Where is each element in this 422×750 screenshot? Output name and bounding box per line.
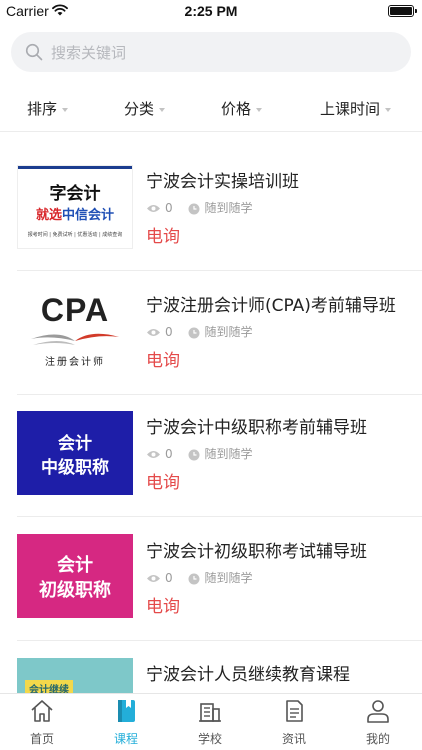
course-list: 字会计 就选中信会计 报考时间 | 免费试听 | 优惠活动 | 成绩查询 宁波会… [0, 147, 422, 693]
tab-courses[interactable]: 课程 [84, 694, 168, 750]
thumb-text: CPA [40, 292, 110, 328]
caret-down-icon [62, 107, 69, 112]
thumb-text: 就选中信会计 [35, 208, 115, 223]
search-input[interactable]: 搜索关键词 [11, 32, 411, 72]
thumb-text: 中级职称 [41, 458, 109, 478]
course-item[interactable]: 字会计 就选中信会计 报考时间 | 免费试听 | 优惠活动 | 成绩查询 宁波会… [0, 147, 422, 271]
document-icon [286, 700, 303, 722]
filter-bar: 排序 分类 价格 上课时间 [0, 84, 422, 132]
tab-label: 首页 [29, 732, 54, 746]
course-price: 电询 [146, 351, 180, 371]
tab-label: 资讯 [281, 732, 306, 746]
tab-label: 我的 [365, 732, 390, 746]
course-thumbnail: 会计继续 [17, 658, 133, 693]
filter-label: 分类 [124, 100, 155, 118]
thumb-text: 注册会计师 [45, 357, 105, 368]
course-title: 宁波会计人员继续教育课程 [146, 665, 350, 685]
eye-icon [147, 329, 160, 336]
clock-icon [188, 327, 200, 339]
thumb-text: 会计继续 [25, 680, 73, 693]
course-item[interactable]: 会计继续 宁波会计人员继续教育课程 [0, 641, 422, 693]
filter-label: 上课时间 [320, 100, 381, 118]
clock-icon [188, 449, 200, 461]
thumb-text: 初级职称 [39, 580, 111, 601]
book-icon [118, 700, 135, 722]
course-item[interactable]: 会计 中级职称 宁波会计中级职称考前辅导班 0 随到随学 电询 [0, 395, 422, 519]
thumb-text: 会计 [58, 434, 92, 454]
course-meta: 0 随到随学 [146, 199, 252, 216]
tab-mine[interactable]: 我的 [336, 694, 420, 750]
eye-icon [147, 451, 160, 458]
caret-down-icon [159, 107, 166, 112]
course-meta: 0 随到随学 [146, 323, 252, 340]
filter-class-time[interactable]: 上课时间 [320, 98, 392, 119]
tab-school[interactable]: 学校 [168, 694, 252, 750]
battery-icon [388, 5, 417, 17]
swoosh-logo [31, 333, 119, 345]
thumb-text: 会计 [57, 555, 93, 576]
course-thumbnail: 字会计 就选中信会计 报考时间 | 免费试听 | 优惠活动 | 成绩查询 [17, 165, 133, 249]
course-thumbnail: CPA 注册会计师 [17, 289, 133, 373]
caret-down-icon [256, 107, 263, 112]
eye-icon [147, 205, 160, 212]
schedule-text: 随到随学 [204, 325, 253, 339]
view-count: 0 [165, 571, 173, 585]
course-title: 宁波会计中级职称考前辅导班 [146, 418, 367, 438]
course-title: 宁波会计初级职称考试辅导班 [146, 542, 367, 562]
course-meta: 0 随到随学 [146, 445, 252, 462]
home-icon [31, 700, 53, 722]
tab-bar: 首页 课程 学校 资讯 我的 [0, 693, 422, 750]
thumb-text: 报考时间 | 免费试听 | 优惠活动 | 成绩查询 [27, 232, 123, 238]
search-icon [25, 43, 43, 61]
person-icon [367, 700, 389, 723]
tab-label: 学校 [197, 732, 222, 746]
clock-icon [188, 573, 200, 585]
search-placeholder: 搜索关键词 [51, 44, 127, 62]
filter-label: 价格 [221, 100, 252, 118]
course-title: 宁波注册会计师(CPA)考前辅导班 [146, 296, 396, 316]
course-thumbnail: 会计 初级职称 [17, 534, 133, 618]
course-price: 电询 [146, 227, 180, 247]
tab-news[interactable]: 资讯 [252, 694, 336, 750]
view-count: 0 [165, 325, 173, 339]
building-icon [199, 703, 221, 722]
course-price: 电询 [146, 597, 180, 617]
course-meta: 0 随到随学 [146, 569, 252, 586]
view-count: 0 [165, 447, 173, 461]
filter-price[interactable]: 价格 [221, 98, 263, 119]
status-bar: Carrier 2:25 PM [0, 0, 422, 24]
schedule-text: 随到随学 [204, 201, 253, 215]
course-price: 电询 [146, 473, 180, 493]
course-item[interactable]: 会计 初级职称 宁波会计初级职称考试辅导班 0 随到随学 电询 [0, 517, 422, 641]
clock-icon [188, 203, 200, 215]
clock-time: 2:25 PM [184, 3, 238, 19]
course-item[interactable]: CPA 注册会计师 宁波注册会计师(CPA)考前辅导班 0 随到随学 电询 [0, 271, 422, 395]
filter-label: 排序 [27, 100, 58, 118]
view-count: 0 [165, 201, 173, 215]
tab-label: 课程 [113, 732, 138, 746]
filter-category[interactable]: 分类 [124, 98, 166, 119]
schedule-text: 随到随学 [204, 447, 253, 461]
filter-sort[interactable]: 排序 [27, 98, 69, 119]
caret-down-icon [385, 107, 392, 112]
tab-home[interactable]: 首页 [0, 694, 84, 750]
thumb-text: 字会计 [49, 184, 101, 204]
eye-icon [147, 575, 160, 582]
course-thumbnail: 会计 中级职称 [17, 411, 133, 495]
course-title: 宁波会计实操培训班 [146, 172, 299, 192]
schedule-text: 随到随学 [204, 571, 253, 585]
